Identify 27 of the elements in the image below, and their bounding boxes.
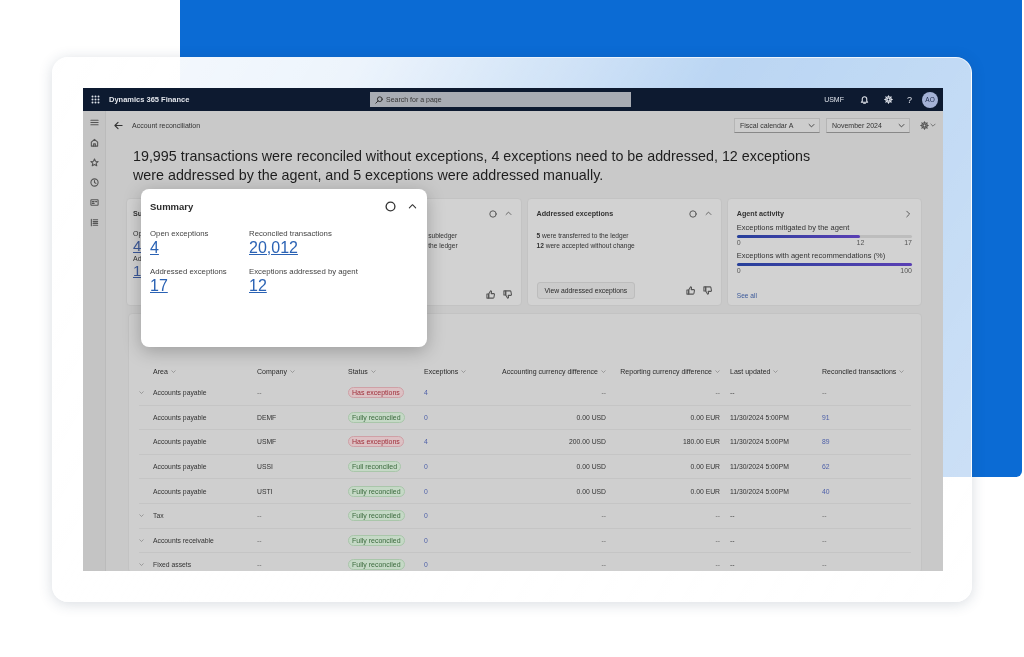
card-icon[interactable] [89,198,99,207]
search-icon [375,95,383,104]
menu-icon[interactable] [89,118,99,127]
thumbs-up-icon[interactable] [485,290,495,299]
metric-value[interactable]: 4 [150,238,159,258]
thumbs-down-icon[interactable] [702,286,712,295]
clock-icon[interactable] [89,178,99,187]
bell-icon[interactable] [860,95,869,104]
popup-title: Summary [150,200,195,212]
summary-headline: 19,995 transactions were reconciled without exceptions, 4 exceptions need to be addressed, 12 exceptions were addressed by the agent, and 5 exceptions were addressed manually. [133,147,812,185]
waffle-icon[interactable] [91,95,100,104]
metric-value[interactable]: 20,012 [249,238,298,258]
chevron-down-icon [808,121,815,129]
star-icon[interactable] [89,158,99,167]
circle-icon[interactable] [385,200,396,212]
chevron-right-icon[interactable] [904,209,912,218]
caret-down-icon[interactable] [930,122,936,128]
thumbs-down-icon[interactable] [502,290,512,299]
chevron-down-icon [898,121,905,129]
back-arrow-icon[interactable] [114,120,123,130]
home-icon[interactable] [89,138,99,147]
metric-value[interactable]: 12 [249,276,267,296]
thumbs-up-icon[interactable] [685,286,695,295]
list-icon[interactable] [89,218,99,227]
caret-up-icon[interactable] [408,201,417,211]
metric-value[interactable]: 17 [150,276,168,296]
help-button[interactable]: ? [907,94,912,105]
